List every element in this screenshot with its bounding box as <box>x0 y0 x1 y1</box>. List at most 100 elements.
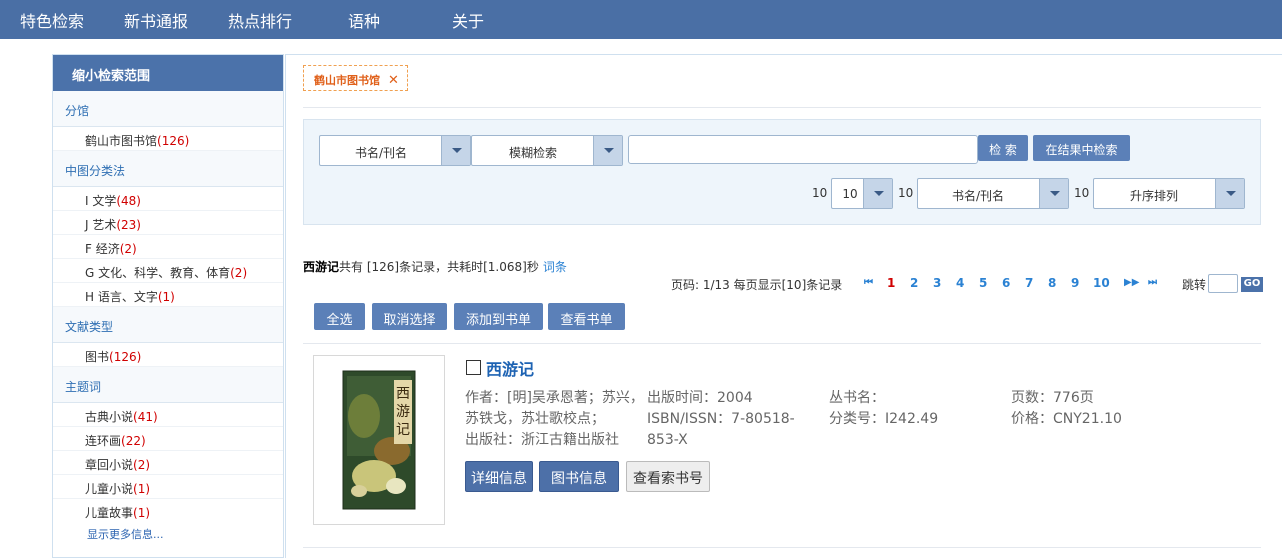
section-classification: 中图分类法 <box>53 151 283 187</box>
sidebar-title: 缩小检索范围 <box>53 55 283 91</box>
book-priceinfo: 页数：776页 价格：CNY21.10 <box>1011 388 1122 430</box>
item-count: (2) <box>230 266 248 280</box>
divider <box>303 343 1261 344</box>
page-5[interactable]: 5 <box>979 276 987 290</box>
page-10[interactable]: 10 <box>1093 276 1110 290</box>
page-4[interactable]: 4 <box>956 276 964 290</box>
isbn-line-1: ISBN/ISSN：7-80518- <box>647 411 795 427</box>
main-content: 鹤山市图书馆 ✕ 书名/刊名 模糊检索 检 索 在结果中检索 10 10 10 书… <box>285 54 1282 558</box>
sidebar-item-subject-2[interactable]: 连环画(22) <box>53 427 283 451</box>
search-within-button[interactable]: 在结果中检索 <box>1033 135 1130 161</box>
nav-hot-ranking[interactable]: 热点排行 <box>228 8 292 32</box>
pub-date: 出版时间：2004 <box>647 390 753 406</box>
sidebar: 缩小检索范围 分馆 鹤山市图书馆(126) 中图分类法 I 文学(48) J 艺… <box>52 54 284 558</box>
show-more-link[interactable]: 显示更多信息... <box>53 523 283 542</box>
item-count: (23) <box>116 218 141 232</box>
add-to-list-button[interactable]: 添加到书单 <box>454 303 543 330</box>
filter-tag: 鹤山市图书馆 ✕ <box>303 65 408 91</box>
pager-text: 页码: 1/13 每页显示[10]条记录 <box>671 278 843 292</box>
field-select[interactable]: 书名/刊名 <box>319 135 471 166</box>
sidebar-item-subject-5[interactable]: 儿童故事(1) <box>53 499 283 523</box>
book-info-button[interactable]: 图书信息 <box>539 461 619 492</box>
mode-select-value: 模糊检索 <box>508 146 557 160</box>
page-9[interactable]: 9 <box>1071 276 1079 290</box>
item-label: 连环画 <box>85 434 122 448</box>
item-count: (48) <box>116 194 141 208</box>
book-checkbox[interactable] <box>466 360 481 375</box>
last-page-icon[interactable]: ⏭ <box>1148 277 1157 288</box>
sidebar-item-class-j[interactable]: J 艺术(23) <box>53 211 283 235</box>
sidebar-item-class-h[interactable]: H 语言、文字(1) <box>53 283 283 307</box>
section-branch: 分馆 <box>53 91 283 127</box>
class-number: 分类号：I242.49 <box>829 411 939 427</box>
sort-order-select[interactable]: 升序排列 <box>1093 178 1245 209</box>
cancel-select-button[interactable]: 取消选择 <box>372 303 447 330</box>
sort-field-value: 书名/刊名 <box>951 189 1005 203</box>
item-count: (126) <box>109 350 142 364</box>
query-text: 西游记 <box>303 260 340 274</box>
detail-button[interactable]: 详细信息 <box>465 461 533 492</box>
page-8[interactable]: 8 <box>1048 276 1056 290</box>
divider <box>303 547 1261 548</box>
item-label: F 经济 <box>85 242 120 256</box>
item-count: (126) <box>157 134 190 148</box>
search-button[interactable]: 检 索 <box>978 135 1028 161</box>
jump-page-input[interactable] <box>1208 274 1238 293</box>
first-page-icon[interactable]: ⏮ <box>864 277 873 288</box>
page-6[interactable]: 6 <box>1002 276 1010 290</box>
section-subject: 主题词 <box>53 367 283 403</box>
item-label: 古典小说 <box>85 410 134 424</box>
sidebar-item-subject-4[interactable]: 儿童小说(1) <box>53 475 283 499</box>
call-number-button[interactable]: 查看索书号 <box>626 461 710 492</box>
author-line-2: 苏铁戈，苏壮歌校点； <box>465 411 605 427</box>
page-3[interactable]: 3 <box>933 276 941 290</box>
page-count: 页数：776页 <box>1011 390 1094 406</box>
next-page-icon[interactable]: ▶▶ <box>1124 277 1139 288</box>
item-count: (1) <box>133 506 151 520</box>
sidebar-item-subject-1[interactable]: 古典小说(41) <box>53 403 283 427</box>
author-line-1: 作者：[明]吴承恩著；苏兴， <box>465 390 644 406</box>
chevron-down-icon <box>441 136 470 165</box>
close-icon[interactable]: ✕ <box>388 73 399 88</box>
book-title-link[interactable]: 西游记 <box>486 356 534 380</box>
sidebar-item-class-g[interactable]: G 文化、科学、教育、体育(2) <box>53 259 283 283</box>
book-author: 作者：[明]吴承恩著；苏兴， 苏铁戈，苏壮歌校点； 出版社：浙江古籍出版社 <box>465 388 644 451</box>
search-input[interactable] <box>628 135 978 164</box>
page-1[interactable]: 1 <box>887 276 895 290</box>
result-summary: 西游记共有 [126]条记录，共耗时[1.068]秒 词条 <box>303 258 567 275</box>
select-all-button[interactable]: 全选 <box>314 303 365 330</box>
sidebar-item-class-f[interactable]: F 经济(2) <box>53 235 283 259</box>
book-cover-image[interactable]: 西 游 记 <box>313 355 445 525</box>
chevron-down-icon <box>593 136 622 165</box>
chevron-down-icon <box>1039 179 1068 208</box>
page-7[interactable]: 7 <box>1025 276 1033 290</box>
sidebar-item-subject-3[interactable]: 章回小说(2) <box>53 451 283 475</box>
nav-language[interactable]: 语种 <box>348 8 380 32</box>
sidebar-item-books[interactable]: 图书(126) <box>53 343 283 367</box>
page-size-label: 10 <box>812 186 828 200</box>
page-2[interactable]: 2 <box>910 276 918 290</box>
sidebar-item-class-i[interactable]: I 文学(48) <box>53 187 283 211</box>
nav-about[interactable]: 关于 <box>452 8 484 32</box>
entry-link[interactable]: 词条 <box>543 260 567 274</box>
sidebar-item-branch[interactable]: 鹤山市图书馆(126) <box>53 127 283 151</box>
filter-tag-label: 鹤山市图书馆 <box>314 74 380 87</box>
section-doc-type: 文献类型 <box>53 307 283 343</box>
mode-select[interactable]: 模糊检索 <box>471 135 623 166</box>
go-button[interactable]: GO <box>1241 277 1263 292</box>
isbn-line-2: 853-X <box>647 432 688 448</box>
view-list-button[interactable]: 查看书单 <box>548 303 625 330</box>
chevron-down-icon <box>863 179 892 208</box>
nav-feature-search[interactable]: 特色检索 <box>20 8 84 32</box>
item-label: 儿童小说 <box>85 482 134 496</box>
item-label: 儿童故事 <box>85 506 134 520</box>
svg-text:游: 游 <box>396 404 410 420</box>
page-size-select[interactable]: 10 <box>831 178 893 209</box>
nav-new-books[interactable]: 新书通报 <box>124 8 188 32</box>
item-label: 章回小说 <box>85 458 134 472</box>
item-label: J 艺术 <box>85 218 117 232</box>
top-nav: 特色检索 新书通报 热点排行 语种 关于 <box>0 0 1282 39</box>
svg-text:西: 西 <box>396 386 410 402</box>
sort-field-select[interactable]: 书名/刊名 <box>917 178 1069 209</box>
field-select-value: 书名/刊名 <box>354 146 408 160</box>
